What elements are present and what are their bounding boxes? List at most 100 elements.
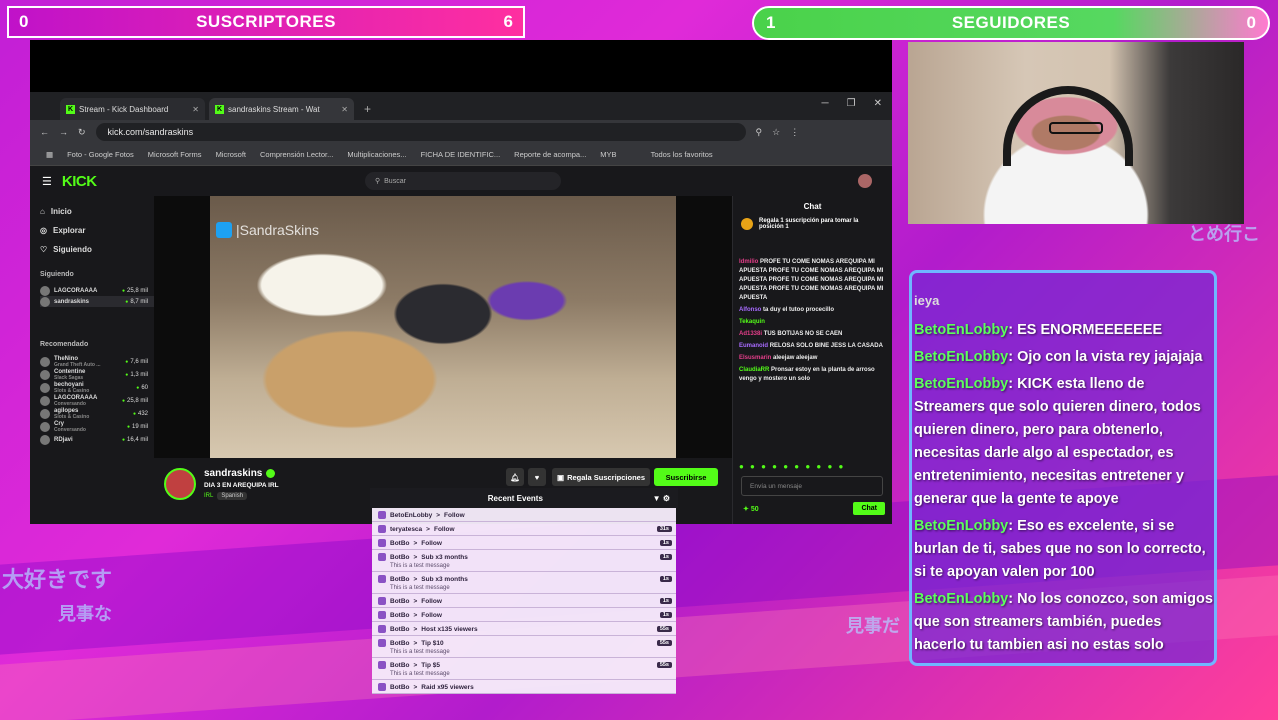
bookmark-item[interactable]: Microsoft Forms <box>148 150 202 159</box>
bookmark-item[interactable]: Todos los favoritos <box>651 150 713 159</box>
chat-message: Eumanoid RELOSA SOLO BINE JESS LA CASADA <box>739 343 883 349</box>
event-row: BotBo > Follow 1s <box>372 536 676 550</box>
bookmark-item[interactable]: Foto - Google Fotos <box>67 150 134 159</box>
browser-tab-stream[interactable]: K sandraskins Stream - Wat ✕ <box>209 98 354 120</box>
webcam-feed <box>908 42 1244 224</box>
emote-bar[interactable]: ● ● ● ● ● ● ● ● ● ● <box>739 462 845 471</box>
event-action: Raid x95 viewers <box>421 683 474 691</box>
subscribe-button[interactable]: Suscribirse <box>654 468 718 486</box>
event-row: BotBo > Host x135 viewers 55s <box>372 622 676 636</box>
sidebar-channel[interactable]: LAGCORAAAA25,8 mil <box>40 285 154 296</box>
bookmark-item[interactable]: Comprensión Lector... <box>260 150 333 159</box>
background-japanese-text: 大好きです <box>2 568 113 593</box>
user-avatar[interactable] <box>858 174 872 188</box>
notification-button[interactable]: 🔔︎ <box>506 468 524 486</box>
sidebar-item-home[interactable]: ⌂ Inicio <box>40 202 154 221</box>
sidebar-channel[interactable]: LAGCORAAAAConversando25,8 mil <box>40 394 154 407</box>
heart-icon <box>378 511 386 519</box>
bookmark-item[interactable]: Microsoft <box>216 150 246 159</box>
streamer-name[interactable]: sandraskins <box>204 468 276 479</box>
sidebar-channel[interactable]: ContentineSlack Sagas1,3 mil <box>40 368 154 381</box>
kick-logo[interactable]: KICK <box>62 173 97 190</box>
close-icon[interactable]: ✕ <box>874 98 882 109</box>
sidebar-item-explore[interactable]: ◎ Explorar <box>40 221 154 240</box>
sidebar-channel[interactable]: sandraskins8,7 mil <box>40 296 154 307</box>
sidebar-channel[interactable]: RDjavi16,4 mil <box>40 433 154 446</box>
menu-icon[interactable]: ⋮ <box>790 127 799 138</box>
event-action: Host x135 viewers <box>421 625 478 633</box>
recent-events-list: BetoEnLobby > Follow teryatesca > Follow 31s Bo… <box>370 508 678 694</box>
bookmark-item[interactable]: Reporte de acompa... <box>514 150 586 159</box>
apps-icon[interactable]: ▦ <box>46 150 53 159</box>
chat-footer: ✦ 50 Chat <box>743 502 885 515</box>
overlay-chat: ieya BetoEnLobby: ES ENORMEEEEEEE BetoEn… <box>909 270 1217 666</box>
event-row: BotBo > Raid x95 viewers <box>372 680 676 694</box>
event-row-top: BotBo > Follow 1s <box>378 539 672 547</box>
overlay-chat-message: BetoEnLobby: Eso es excelente, si se bur… <box>914 518 1206 580</box>
subscribers-label: SUSCRIPTORES <box>196 12 336 31</box>
bookmark-item[interactable]: MYB <box>600 150 616 159</box>
bell-icon: 🔔︎ <box>510 472 520 482</box>
browser-tab-bar: K Stream - Kick Dashboard ✕ K sandraskin… <box>30 92 892 120</box>
overlay-chat-partial: ieya <box>914 293 940 308</box>
event-message: This is a test message <box>390 563 450 569</box>
language-tag[interactable]: Spanish <box>217 492 248 500</box>
gift-banner[interactable]: Regala 1 suscripción para tomar la posic… <box>741 218 884 230</box>
back-icon[interactable]: ← <box>40 127 49 137</box>
sidebar-channel[interactable]: CryConversando19 mil <box>40 420 154 433</box>
home-icon: ⌂ <box>40 207 45 216</box>
forward-icon[interactable]: → <box>59 127 68 137</box>
sidebar-item-following[interactable]: ♡ Siguiendo <box>40 240 154 259</box>
event-row: BotBo > Sub x3 months 1s This is a test mess… <box>372 572 676 594</box>
event-user: BotBo <box>390 683 410 691</box>
event-time: 1s <box>659 576 672 582</box>
chat-title: Chat <box>803 201 822 211</box>
event-time: 55s <box>656 640 672 646</box>
bookmark-item[interactable]: Multiplicaciones... <box>347 150 406 159</box>
chat-input[interactable]: Envía un mensaje <box>741 476 883 496</box>
stream-title: DIA 3 EN AREQUIPA IRL <box>204 482 279 489</box>
heart-icon <box>378 639 386 647</box>
hamburger-icon[interactable]: ☰ <box>42 175 52 188</box>
url-field[interactable]: kick.com/sandraskins <box>95 123 746 141</box>
maximize-icon[interactable]: ❐ <box>847 98 856 109</box>
channel-avatar <box>40 421 50 432</box>
gift-subs-button[interactable]: ▣ Regala Suscripciones <box>552 468 650 486</box>
event-time: 1s <box>659 612 672 618</box>
subscribers-goal: 6 <box>503 12 513 31</box>
new-tab-icon[interactable]: + <box>364 102 371 116</box>
overlay-chat-message: BetoEnLobby: Ojo con la vista rey jajaja… <box>914 349 1203 365</box>
close-icon[interactable]: ✕ <box>341 105 348 114</box>
chat-message: Tekaquin <box>739 319 765 325</box>
kick-search-input[interactable]: ⚲ Buscar <box>365 172 561 190</box>
sidebar-channel[interactable]: agilopesSlots & Casino432 <box>40 407 154 420</box>
chat-send-button[interactable]: Chat <box>853 502 885 515</box>
streamer-avatar[interactable] <box>164 468 196 500</box>
chat-message: Alfonso ta duy el tutoo procecillo <box>739 307 835 313</box>
event-message: This is a test message <box>390 649 450 655</box>
video-player[interactable]: |SandraSkins <box>154 196 732 458</box>
minimize-icon[interactable]: ─ <box>822 98 829 109</box>
bookmark-item[interactable]: FICHA DE IDENTIFIC... <box>421 150 501 159</box>
close-icon[interactable]: ✕ <box>192 105 199 114</box>
sidebar-channel[interactable]: bechoyaniSlots & Casino60 <box>40 381 154 394</box>
event-separator: > <box>413 575 418 583</box>
points-counter[interactable]: ✦ 50 <box>743 505 759 513</box>
browser-tab-dashboard[interactable]: K Stream - Kick Dashboard ✕ <box>60 98 205 120</box>
follow-button[interactable]: ♥ <box>528 468 546 486</box>
address-bar: ← → ↻ kick.com/sandraskins ⚲ ☆ ⋮ <box>30 120 892 144</box>
event-action: Tip $10 <box>421 639 444 647</box>
event-time: 1s <box>659 540 672 546</box>
event-row: BotBo > Follow 1s <box>372 594 676 608</box>
zoom-icon[interactable]: ⚲ <box>756 127 763 138</box>
sidebar-channel[interactable]: TheNinoGrand Theft Auto ...7,6 mil <box>40 355 154 368</box>
compass-icon: ◎ <box>40 226 47 235</box>
event-user: BetoEnLobby <box>390 511 433 519</box>
event-user: teryatesca <box>390 525 423 533</box>
tab-label: Stream - Kick Dashboard <box>79 104 169 114</box>
overlay-chat-messages: BetoEnLobby: ES ENORMEEEEEEE BetoEnLobby… <box>914 319 1214 661</box>
star-icon[interactable]: ☆ <box>772 127 780 138</box>
event-row-top: teryatesca > Follow 31s <box>378 525 672 533</box>
filter-icon[interactable]: ▼ ⚙ <box>653 494 670 503</box>
reload-icon[interactable]: ↻ <box>78 127 86 138</box>
